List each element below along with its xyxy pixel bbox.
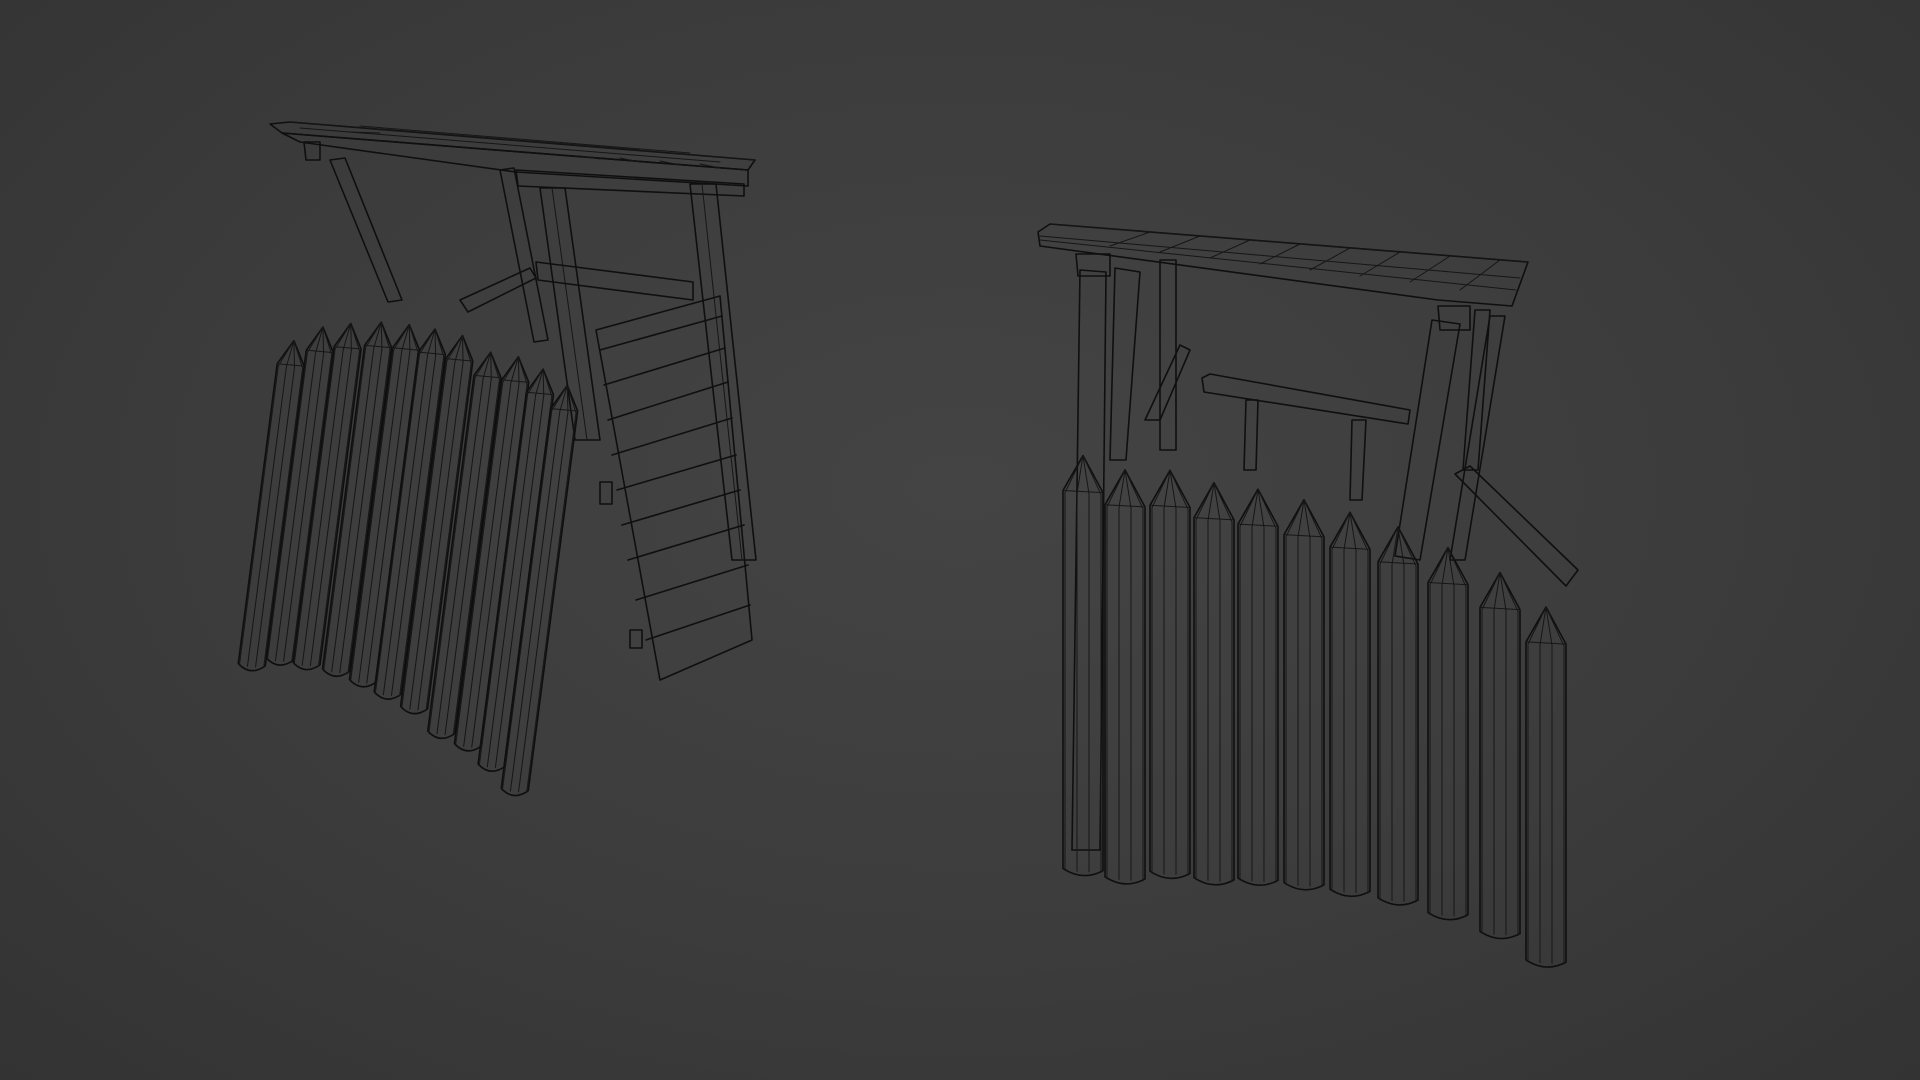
right-stake-9	[1427, 546, 1469, 921]
right-stake-11	[1525, 606, 1567, 968]
right-middle-rail	[1144, 344, 1579, 587]
right-palisade-stakes	[1062, 454, 1567, 968]
right-stake-2	[1104, 469, 1146, 885]
right-stake-10	[1479, 571, 1521, 940]
right-stake-7	[1329, 511, 1371, 898]
left-stake-11	[500, 384, 579, 797]
left-stake-10	[477, 368, 555, 772]
right-stake-3	[1149, 469, 1191, 880]
watchtower-left-model[interactable]	[224, 121, 757, 797]
right-stake-8	[1377, 526, 1419, 906]
right-roof	[1037, 223, 1529, 331]
left-side-planks	[595, 295, 753, 681]
scene-canvas[interactable]	[0, 0, 1920, 1080]
left-stake-6	[373, 328, 447, 700]
right-stake-5	[1237, 488, 1279, 886]
right-stake-6	[1283, 498, 1325, 891]
right-front-posts	[1071, 267, 1506, 851]
right-stake-1	[1062, 454, 1104, 877]
left-rear-posts	[329, 157, 549, 343]
left-palisade-stakes	[237, 321, 579, 797]
watchtower-right-model[interactable]	[1037, 223, 1579, 968]
3d-viewport[interactable]	[0, 0, 1920, 1080]
right-stake-4	[1193, 481, 1235, 886]
